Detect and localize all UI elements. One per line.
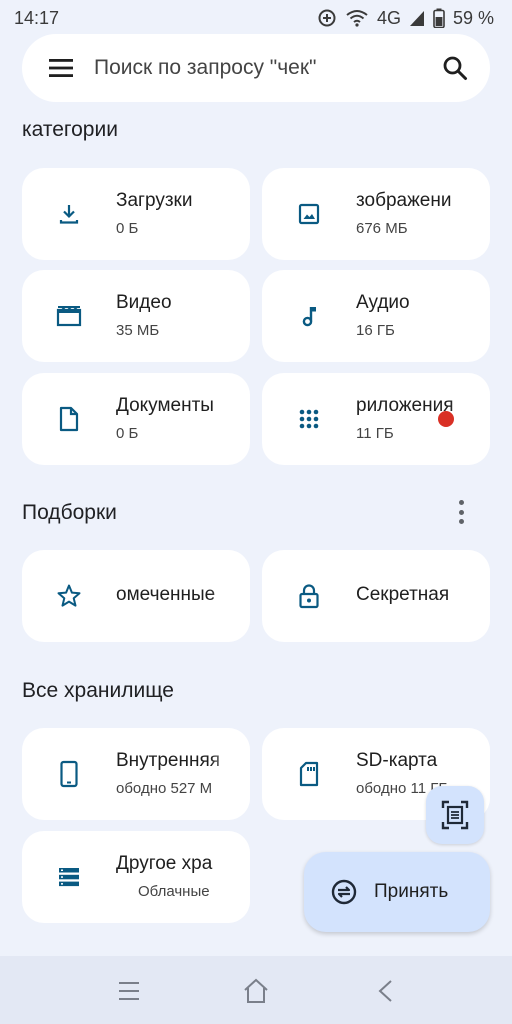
recents-icon <box>119 982 139 1000</box>
document-scanner-icon <box>441 800 469 830</box>
text-fade <box>450 168 490 260</box>
category-label: Загрузки <box>116 190 193 211</box>
sync-icon <box>331 879 357 905</box>
category-size: 35 МБ <box>116 322 160 339</box>
wifi-icon <box>346 10 368 27</box>
scan-document-button[interactable] <box>426 786 484 844</box>
category-size: 11 ГБ <box>356 425 394 442</box>
category-audio[interactable]: Аудио 16 ГБ <box>262 270 490 362</box>
star-icon <box>56 583 82 609</box>
image-icon <box>296 201 322 227</box>
more-options-icon[interactable] <box>454 498 468 526</box>
back-icon <box>378 980 392 1002</box>
storage-title: Все хранилище <box>22 679 174 702</box>
collection-label: омеченные <box>116 584 216 605</box>
category-label: зображени <box>356 190 452 211</box>
video-icon <box>56 303 82 329</box>
menu-icon[interactable] <box>48 58 74 78</box>
accept-button[interactable]: Принять <box>304 852 490 932</box>
text-fade <box>450 550 490 642</box>
notification-dot <box>438 411 454 427</box>
category-downloads[interactable]: Загрузки 0 Б <box>22 168 250 260</box>
storage-list-icon <box>56 864 82 890</box>
storage-label: Другое хра <box>116 853 213 874</box>
collection-secret[interactable]: Секретная <box>262 550 490 642</box>
signal-icon <box>409 11 424 26</box>
category-label: Документы <box>116 395 214 416</box>
battery-percent: 59 % <box>452 7 494 28</box>
accept-button-label: Принять <box>374 881 449 902</box>
search-icon[interactable] <box>442 55 468 81</box>
search-bar[interactable]: Поиск по запросу "чек" <box>22 34 490 102</box>
collections-title: Подборки <box>22 501 117 524</box>
status-bar: 14:17 4G 59 % <box>0 0 512 36</box>
storage-internal[interactable]: Внутренняя ободно 527 М <box>22 728 250 820</box>
category-images[interactable]: зображени 676 МБ <box>262 168 490 260</box>
home-button[interactable] <box>241 976 271 1006</box>
apps-grid-icon <box>296 406 322 432</box>
category-label: Видео <box>116 292 172 313</box>
text-fade <box>450 373 490 465</box>
collection-starred[interactable]: омеченные <box>22 550 250 642</box>
category-label: Аудио <box>356 292 410 313</box>
storage-subtitle: Облачные <box>138 883 210 900</box>
category-size: 16 ГБ <box>356 322 395 339</box>
data-saver-icon <box>318 9 336 27</box>
storage-other[interactable]: Другое хра Облачные <box>22 831 250 923</box>
system-nav-bar <box>0 956 512 1024</box>
network-type: 4G <box>376 7 401 28</box>
category-size: 0 Б <box>116 220 139 237</box>
category-size: 0 Б <box>116 425 139 442</box>
category-video[interactable]: Видео 35 МБ <box>22 270 250 362</box>
document-icon <box>56 406 82 432</box>
text-fade <box>210 550 250 642</box>
home-icon <box>244 978 268 1003</box>
phone-icon <box>56 760 82 788</box>
sd-card-icon <box>296 761 322 787</box>
collection-label: Секретная <box>356 584 450 605</box>
download-icon <box>56 201 82 227</box>
music-note-icon <box>296 303 322 329</box>
status-time: 14:17 <box>14 7 60 28</box>
text-fade <box>210 831 250 923</box>
battery-icon <box>433 8 445 28</box>
category-size: 676 МБ <box>356 220 408 237</box>
lock-icon <box>296 583 322 609</box>
storage-label: Внутренняя <box>116 750 221 771</box>
storage-label: SD-карта <box>356 750 438 771</box>
recents-button[interactable] <box>114 976 144 1006</box>
categories-title: категории <box>22 118 118 141</box>
category-documents[interactable]: Документы 0 Б <box>22 373 250 465</box>
status-icons: 4G 59 % <box>317 8 494 29</box>
text-fade <box>210 728 250 820</box>
category-apps[interactable]: риложения 11 ГБ <box>262 373 490 465</box>
storage-free: ободно 527 М <box>116 780 213 797</box>
search-input[interactable]: Поиск по запросу "чек" <box>94 56 442 80</box>
back-button[interactable] <box>370 976 400 1006</box>
